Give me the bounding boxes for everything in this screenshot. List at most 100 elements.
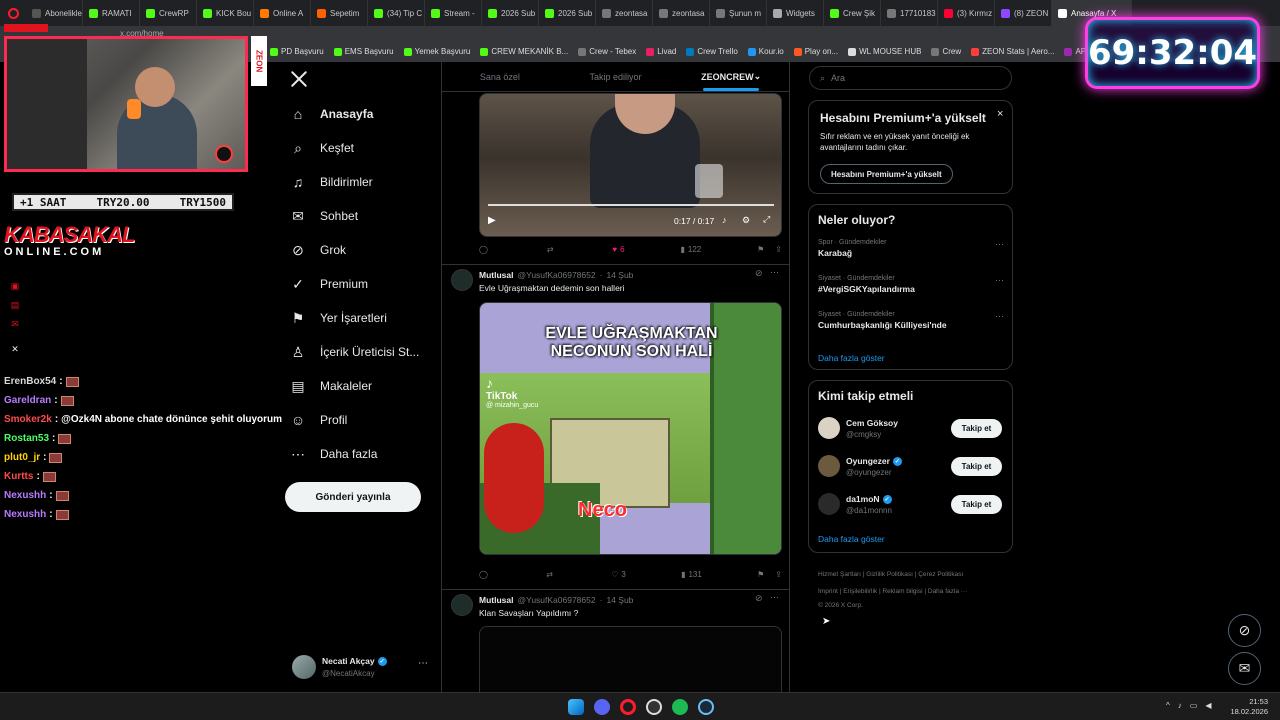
bookmark-item[interactable]: Livad	[646, 47, 676, 56]
browser-tab[interactable]: CrewRP	[140, 0, 197, 26]
browser-tab[interactable]: (34) Tip C	[368, 0, 425, 26]
sidebar-item[interactable]: ⋯ Daha fazla	[290, 446, 377, 462]
tweet-date[interactable]: 14 Şub	[606, 270, 633, 280]
sidebar-item[interactable]: ☺ Profil	[290, 412, 348, 428]
x-logo-icon[interactable]	[290, 70, 310, 90]
volume-icon[interactable]: ♪	[722, 215, 727, 225]
who-show-more[interactable]: Daha fazla göster	[818, 534, 885, 544]
avatar[interactable]	[818, 455, 840, 477]
opera-icon[interactable]	[620, 699, 636, 715]
volume-icon[interactable]: ◀	[1205, 701, 1219, 710]
more-icon[interactable]: ⋯	[770, 267, 779, 278]
fullscreen-icon[interactable]: ⤢	[763, 214, 770, 225]
tweet-media[interactable]	[479, 626, 782, 692]
trends-show-more[interactable]: Daha fazla göster	[818, 353, 885, 363]
browser-tab[interactable]: Widgets	[767, 0, 824, 26]
like-button[interactable]: ♡ 3	[611, 570, 626, 579]
premium-upgrade-button[interactable]: Hesabını Premium+'a yükselt	[820, 164, 953, 184]
author-handle[interactable]: @YusufKa06978652	[517, 270, 595, 280]
retweet-button[interactable]: ⇄	[546, 570, 556, 579]
footer-link[interactable]: Erişilebilirlik	[843, 588, 877, 595]
search-input[interactable]: ⌕ Ara	[809, 66, 1012, 90]
browser-tab[interactable]: Abonelikle	[26, 0, 83, 26]
tweet-date[interactable]: 14 Şub	[606, 595, 633, 605]
avatar[interactable]	[451, 269, 473, 291]
grok-float-button[interactable]: ⊘	[1228, 614, 1261, 647]
bookmark-item[interactable]: ZEON Stats | Aero...	[971, 47, 1054, 56]
network-icon[interactable]: ▭	[1190, 701, 1206, 710]
follow-button[interactable]: Takip et	[951, 419, 1002, 438]
sidebar-item[interactable]: ✓ Premium	[290, 276, 368, 292]
close-icon[interactable]: ×	[997, 108, 1003, 120]
opera-menu-icon[interactable]	[0, 0, 26, 26]
footer-link[interactable]: Reklam bilgisi	[882, 588, 922, 595]
sidebar-item[interactable]: ▤ Makaleler	[290, 378, 372, 394]
trend-item[interactable]: Siyaset · Gündemdekiler #VergiSGKYapıland…	[818, 275, 1004, 294]
follow-suggestion-name[interactable]: Cem Göksoy	[846, 418, 898, 428]
video-progress-bar[interactable]	[488, 204, 774, 206]
follow-button[interactable]: Takip et	[951, 495, 1002, 514]
browser-tab[interactable]: (3) Kırmız	[938, 0, 995, 26]
more-icon[interactable]: ⋯	[995, 275, 1004, 286]
timeline-tab[interactable]: Sana özel	[442, 62, 558, 91]
discord-icon[interactable]	[594, 699, 610, 715]
bookmark-item[interactable]: CREW MEKANİK B...	[480, 47, 568, 56]
sidebar-item[interactable]: ⌕ Keşfet	[290, 140, 354, 156]
more-icon[interactable]: ⋯	[770, 592, 779, 603]
bookmark-item[interactable]: Kour.io	[747, 47, 784, 56]
retweet-button[interactable]: ⇄	[547, 245, 557, 254]
messages-float-button[interactable]: ✉	[1228, 652, 1261, 685]
sidebar-item[interactable]: ⊘ Grok	[290, 242, 346, 258]
browser-tab[interactable]: KICK Bou	[197, 0, 254, 26]
trend-item[interactable]: Siyaset · Gündemdekiler Cumhurbaşkanlığı …	[818, 311, 1004, 330]
browser-tab[interactable]: zeontasa	[596, 0, 653, 26]
footer-link[interactable]: Hizmet Şartları	[818, 571, 861, 578]
footer-link[interactable]: Imprint	[818, 588, 838, 595]
bookmark-item[interactable]: Yemek Başvuru	[403, 47, 470, 56]
browser-tab[interactable]: (8) ZEON	[995, 0, 1052, 26]
trend-item[interactable]: Spor · Gündemdekiler Karabağ ⋯	[818, 239, 1004, 258]
tweet-media[interactable]: EVLE UĞRAŞMAKTAN NECONUN SON HALİ ♪ TikT…	[479, 302, 782, 555]
microphone-icon[interactable]: ♪	[1178, 701, 1190, 710]
settings-icon[interactable]: ⚙	[742, 215, 750, 226]
spotify-icon[interactable]	[672, 699, 688, 715]
sidebar-item[interactable]: ♙ İçerik Üreticisi St...	[290, 344, 420, 360]
bookmark-item[interactable]: WL MOUSE HUB	[848, 47, 921, 56]
grok-icon[interactable]: ⊘	[755, 268, 763, 279]
like-button[interactable]: ♥ 6	[612, 245, 624, 254]
timeline-tab[interactable]: Takip ediliyor	[558, 62, 674, 91]
follow-suggestion-name[interactable]: Oyungezer ✓	[846, 456, 902, 466]
reply-button[interactable]: ◯	[479, 570, 491, 579]
views-button[interactable]: ▮ 122	[680, 245, 701, 254]
footer-link[interactable]: Gizlilik Politikası	[866, 571, 913, 578]
video-player[interactable]: ▶ 0:17 / 0:17 ♪ ⚙ ⤢	[479, 93, 782, 237]
author-handle[interactable]: @YusufKa06978652	[517, 595, 595, 605]
system-clock[interactable]: 21:53 18.02.2026	[1230, 697, 1268, 717]
bookmark-item[interactable]: Play on...	[793, 47, 838, 56]
browser-tab[interactable]: Stream -	[425, 0, 482, 26]
timeline-tab[interactable]: ZEONCREW ⌄	[673, 62, 789, 91]
bookmark-tweet-button[interactable]: ⚑ ⇪	[757, 570, 782, 579]
browser-tab[interactable]: Sepetim	[311, 0, 368, 26]
windows-start-icon[interactable]	[568, 699, 584, 715]
browser-tab[interactable]: 2026 Sub	[482, 0, 539, 26]
author-name[interactable]: Mutlusal	[479, 595, 513, 605]
browser-tab[interactable]: 17710183	[881, 0, 938, 26]
browser-tab[interactable]: Şunun m	[710, 0, 767, 26]
avatar[interactable]	[818, 493, 840, 515]
bookmark-tweet-button[interactable]: ⚑ ⇪	[757, 245, 782, 254]
bookmark-item[interactable]: EMS Başvuru	[333, 47, 394, 56]
browser-tab[interactable]: zeontasa	[653, 0, 710, 26]
bookmark-item[interactable]: Crew Trello	[686, 47, 738, 56]
system-tray[interactable]: ^♪▭◀	[1166, 701, 1219, 710]
sidebar-item[interactable]: ⚑ Yer İşaretleri	[290, 310, 387, 326]
browser-tab[interactable]: Online A	[254, 0, 311, 26]
bookmark-item[interactable]: Crew	[931, 47, 961, 56]
sidebar-item[interactable]: ⌂ Anasayfa	[290, 106, 374, 122]
browser-tab[interactable]: RAMATI	[83, 0, 140, 26]
avatar[interactable]	[818, 417, 840, 439]
follow-button[interactable]: Takip et	[951, 457, 1002, 476]
obs-icon[interactable]	[646, 699, 662, 715]
grok-icon[interactable]: ⊘	[755, 593, 763, 604]
footer-link[interactable]: Çerez Politikası	[918, 571, 963, 578]
